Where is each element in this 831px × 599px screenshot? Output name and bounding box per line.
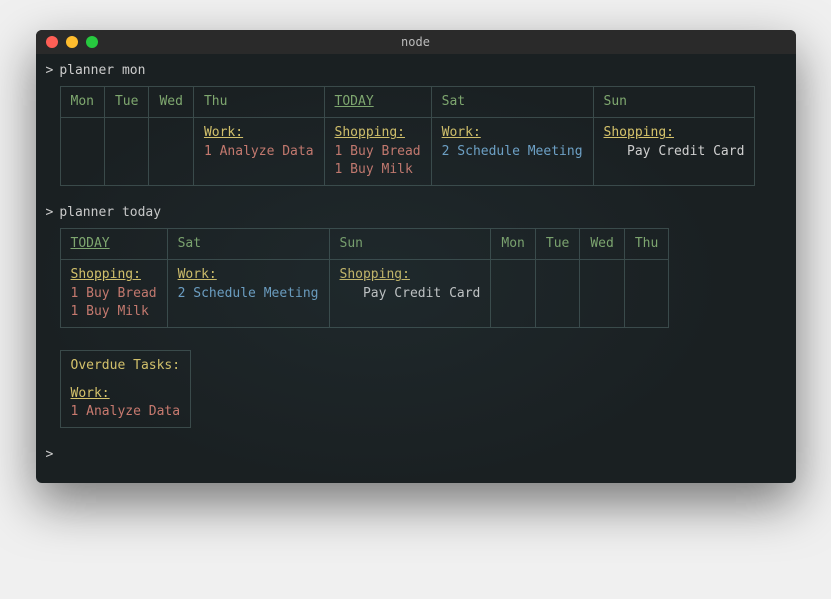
task-line: 2 Schedule Meeting xyxy=(178,285,319,303)
day-cell: Shopping:1 Buy Bread1 Buy Milk xyxy=(324,118,431,186)
day-header: Tue xyxy=(104,87,148,118)
day-cell: Work:1 Analyze Data xyxy=(193,118,324,186)
task-line: Pay Credit Card xyxy=(604,143,745,161)
terminal-window: node >planner mon MonTueWedThuTODAYSatSu… xyxy=(36,30,796,483)
day-header: Sun xyxy=(593,87,755,118)
task-text: Pay Credit Card xyxy=(611,144,744,159)
task-category: Shopping: xyxy=(335,124,421,142)
day-cell: Work:2 Schedule Meeting xyxy=(167,260,329,328)
prompt-line-1: > planner mon xyxy=(46,62,786,80)
task-text: Analyze Data xyxy=(78,404,180,419)
command-2: planner today xyxy=(59,205,161,220)
task-category: Shopping: xyxy=(71,266,157,284)
day-header: Sat xyxy=(431,87,593,118)
day-header: Wed xyxy=(149,87,193,118)
task-category: Work: xyxy=(442,124,583,142)
window-title: node xyxy=(36,35,796,49)
task-category: Shopping: xyxy=(604,124,745,142)
day-cell xyxy=(491,260,535,328)
task-category: Shopping: xyxy=(340,266,481,284)
task-text: Buy Bread xyxy=(342,144,420,159)
planner-table-mon: MonTueWedThuTODAYSatSunWork:1 Analyze Da… xyxy=(60,86,756,186)
prompt-symbol: > xyxy=(46,63,54,78)
day-cell xyxy=(60,118,104,186)
prompt-line-3[interactable]: > xyxy=(46,446,786,464)
task-text: Schedule Meeting xyxy=(449,144,582,159)
day-cell: Work:2 Schedule Meeting xyxy=(431,118,593,186)
task-line: Pay Credit Card xyxy=(340,285,481,303)
task-category: Work: xyxy=(178,266,319,284)
day-cell xyxy=(624,260,668,328)
overdue-category: Work: xyxy=(71,385,181,403)
day-header: Tue xyxy=(535,229,579,260)
task-line: 1 Analyze Data xyxy=(71,403,181,421)
day-cell: Shopping: Pay Credit Card xyxy=(329,260,491,328)
task-text: Schedule Meeting xyxy=(185,286,318,301)
prompt-symbol: > xyxy=(46,447,54,462)
task-text: Pay Credit Card xyxy=(347,286,480,301)
day-cell: Shopping: Pay Credit Card xyxy=(593,118,755,186)
task-line: 1 Buy Milk xyxy=(71,303,157,321)
planner-table-today: TODAYSatSunMonTueWedThuShopping:1 Buy Br… xyxy=(60,228,670,328)
command-1: planner mon xyxy=(59,63,145,78)
task-text: Buy Milk xyxy=(342,162,412,177)
day-cell xyxy=(149,118,193,186)
day-header: Sat xyxy=(167,229,329,260)
day-cell xyxy=(104,118,148,186)
task-text: Buy Bread xyxy=(78,286,156,301)
task-line: 2 Schedule Meeting xyxy=(442,143,583,161)
prompt-symbol: > xyxy=(46,205,54,220)
task-line: 1 Analyze Data xyxy=(204,143,314,161)
task-text: Analyze Data xyxy=(212,144,314,159)
task-priority: 1 xyxy=(204,144,212,159)
task-text: Buy Milk xyxy=(78,304,148,319)
day-header: Thu xyxy=(193,87,324,118)
day-header: Wed xyxy=(580,229,624,260)
task-line: 1 Buy Bread xyxy=(71,285,157,303)
terminal-body[interactable]: >planner mon MonTueWedThuTODAYSatSunWork… xyxy=(36,54,796,483)
day-cell: Shopping:1 Buy Bread1 Buy Milk xyxy=(60,260,167,328)
day-header: Thu xyxy=(624,229,668,260)
task-line: 1 Buy Bread xyxy=(335,143,421,161)
day-cell xyxy=(580,260,624,328)
day-cell xyxy=(535,260,579,328)
day-header-today: TODAY xyxy=(60,229,167,260)
task-category: Work: xyxy=(204,124,314,142)
titlebar: node xyxy=(36,30,796,54)
prompt-line-2: > planner today xyxy=(46,204,786,222)
task-line: 1 Buy Milk xyxy=(335,161,421,179)
day-header: Mon xyxy=(60,87,104,118)
day-header-today: TODAY xyxy=(324,87,431,118)
overdue-box: Overdue Tasks: Work: 1 Analyze Data xyxy=(60,350,192,429)
overdue-title: Overdue Tasks: xyxy=(71,357,181,375)
day-header: Sun xyxy=(329,229,491,260)
day-header: Mon xyxy=(491,229,535,260)
